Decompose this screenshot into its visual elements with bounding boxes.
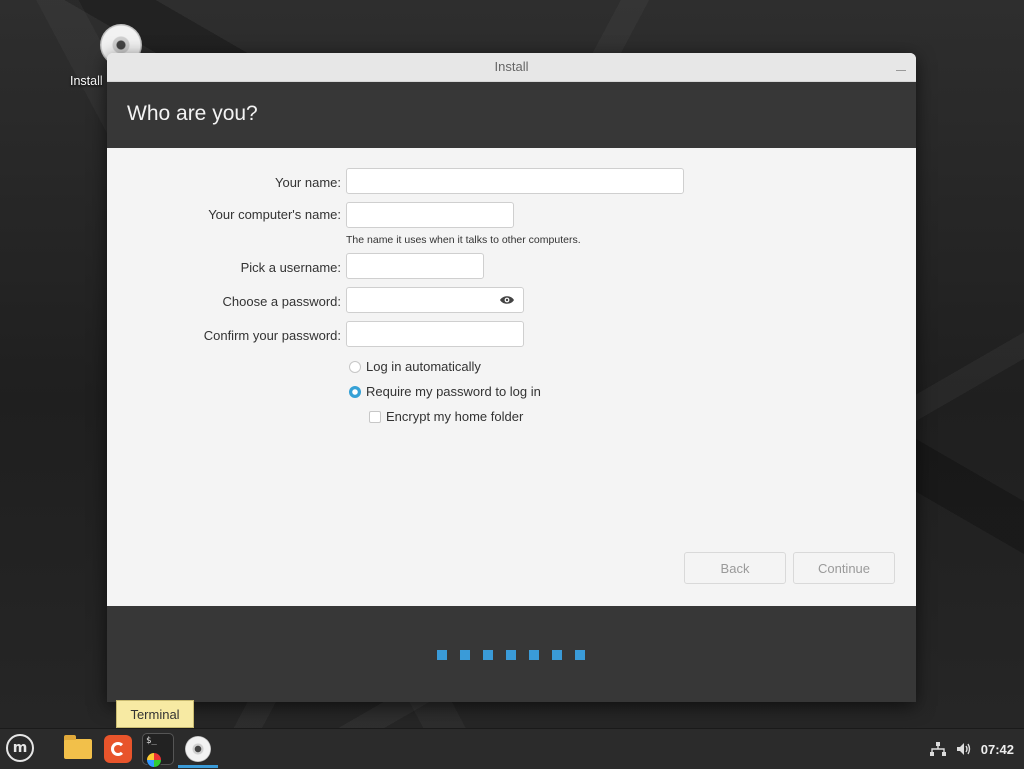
volume-icon[interactable]	[955, 741, 973, 757]
progress-footer	[107, 606, 916, 702]
progress-step-dot	[529, 650, 539, 660]
install-taskbar-item[interactable]	[182, 733, 214, 765]
encrypt-home-option[interactable]: Encrypt my home folder	[369, 409, 523, 424]
mint-logo-icon: m	[6, 734, 34, 762]
username-input[interactable]	[346, 253, 484, 279]
clock[interactable]: 07:42	[981, 742, 1014, 757]
folder-icon	[64, 735, 92, 759]
progress-indicator	[437, 650, 598, 660]
minimize-button[interactable]	[894, 61, 908, 73]
color-wheel-icon	[146, 752, 162, 768]
progress-step-dot	[575, 650, 585, 660]
install-window: Install Who are you? Your name: Your com…	[107, 53, 916, 702]
disc-icon	[185, 736, 211, 762]
progress-step-dot	[483, 650, 493, 660]
window-title: Install	[494, 59, 529, 74]
continue-button[interactable]: Continue	[793, 552, 895, 584]
progress-step-dot	[437, 650, 447, 660]
page-header: Who are you?	[107, 82, 916, 148]
back-button[interactable]: Back	[684, 552, 786, 584]
computer-name-hint: The name it uses when it talks to other …	[346, 234, 581, 246]
encrypt-home-checkbox[interactable]	[369, 410, 381, 423]
password-input[interactable]	[346, 287, 524, 313]
login-automatically-label: Log in automatically	[366, 359, 481, 374]
username-label: Pick a username:	[240, 260, 341, 275]
require-password-option[interactable]: Require my password to log in	[349, 384, 541, 399]
taskbar-panel: m $_ 07:42	[0, 728, 1024, 769]
menu-button[interactable]: m	[6, 734, 36, 764]
terminal-launcher[interactable]: $_	[142, 733, 174, 768]
firefox-icon	[104, 735, 132, 763]
progress-step-dot	[460, 650, 470, 660]
network-icon[interactable]	[929, 741, 947, 757]
confirm-password-input[interactable]	[346, 321, 524, 347]
require-password-label: Require my password to log in	[366, 384, 541, 399]
login-automatically-option[interactable]: Log in automatically	[349, 359, 481, 374]
user-form: Your name: Your computer's name: The nam…	[107, 148, 916, 606]
login-automatically-radio[interactable]	[349, 360, 361, 373]
system-tray: 07:42	[929, 729, 1014, 769]
terminal-tooltip: Terminal	[116, 700, 194, 728]
show-password-eye-icon[interactable]	[499, 294, 515, 306]
password-label: Choose a password:	[222, 294, 341, 309]
progress-step-dot	[506, 650, 516, 660]
page-title: Who are you?	[127, 102, 258, 125]
window-titlebar[interactable]: Install	[107, 53, 916, 82]
desktop-icon-label: Install	[70, 74, 103, 88]
your-name-label: Your name:	[274, 175, 341, 190]
your-name-input[interactable]	[346, 168, 684, 194]
confirm-password-label: Confirm your password:	[203, 328, 341, 343]
firefox-launcher[interactable]	[102, 733, 134, 765]
computer-name-label: Your computer's name:	[208, 207, 341, 222]
encrypt-home-label: Encrypt my home folder	[386, 409, 524, 424]
files-launcher[interactable]	[62, 733, 94, 765]
progress-step-dot	[552, 650, 562, 660]
require-password-radio[interactable]	[349, 385, 361, 398]
computer-name-input[interactable]	[346, 202, 514, 228]
